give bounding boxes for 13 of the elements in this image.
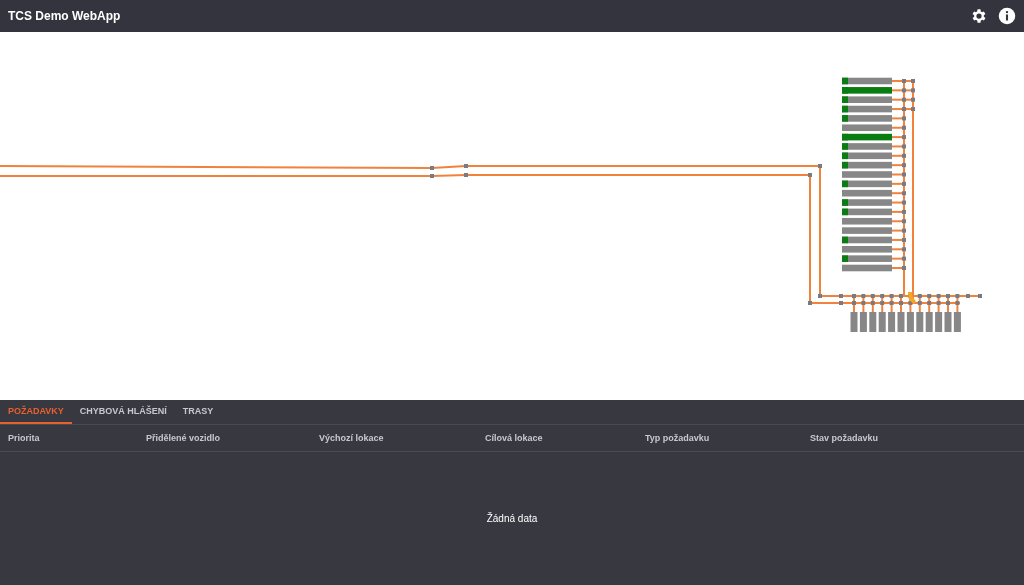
tab[interactable]: TRASY — [174, 400, 222, 424]
column-header: Priorita — [8, 433, 41, 443]
column-header: Cílová lokace — [485, 433, 544, 443]
app-title: TCS Demo WebApp — [8, 9, 122, 23]
tab[interactable]: CHYBOVÁ HLÁŠENÍ — [71, 400, 175, 424]
column-header: Výchozí lokace — [319, 433, 385, 443]
settings-icon[interactable] — [970, 7, 988, 25]
column-header: Typ požadavku — [645, 433, 711, 443]
empty-message: Žádná data — [486, 513, 538, 524]
vehicle-icon — [908, 292, 916, 304]
column-header: Stav požadavku — [810, 433, 880, 443]
info-icon[interactable] — [998, 7, 1016, 25]
column-header: Přidělené vozidlo — [146, 433, 222, 443]
